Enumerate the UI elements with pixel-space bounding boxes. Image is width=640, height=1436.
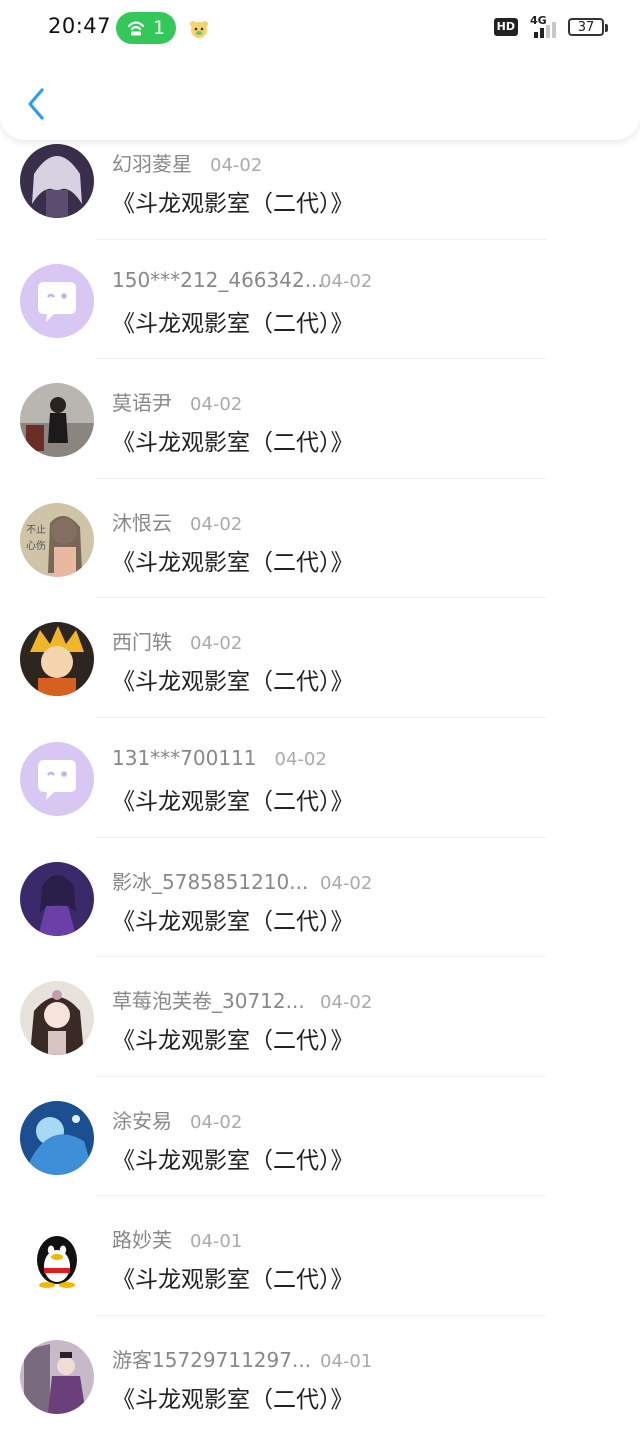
comment-header: 游客15729711297... 04-01 bbox=[112, 1344, 372, 1373]
battery-icon: 37 bbox=[568, 18, 608, 36]
comment-header: 西门轶 04-02 bbox=[112, 626, 242, 655]
comment-text: 《斗龙观影室（二代）》 bbox=[112, 1028, 354, 1055]
avatar[interactable] bbox=[20, 144, 94, 218]
username[interactable]: 涂安易 bbox=[112, 1105, 172, 1134]
comment-row[interactable]: 西门轶 04-02 《斗龙观影室（二代）》 bbox=[0, 598, 640, 718]
username[interactable]: 131***700111 bbox=[112, 746, 257, 770]
comment-text: 《斗龙观影室（二代）》 bbox=[112, 908, 354, 935]
comment-text: 《斗龙观影室（二代）》 bbox=[112, 549, 354, 576]
comment-header: 路妙芙 04-01 bbox=[112, 1224, 242, 1253]
comment-date: 04-02 bbox=[190, 394, 243, 416]
back-button[interactable] bbox=[22, 84, 52, 124]
avatar[interactable] bbox=[20, 622, 94, 697]
chevron-left-icon bbox=[28, 88, 44, 120]
signal-icon: 4G bbox=[526, 14, 560, 38]
hd-badge: HD bbox=[493, 18, 518, 36]
avatar[interactable] bbox=[20, 263, 94, 338]
comment-header: 沐恨云 04-02 bbox=[112, 507, 242, 536]
comment-header: 莫语尹 04-02 bbox=[112, 387, 242, 416]
comment-row[interactable]: 影冰_5785851210... 04-02 《斗龙观影室（二代）》 bbox=[0, 838, 640, 958]
comment-header: 涂安易 04-02 bbox=[112, 1105, 242, 1134]
comment-header: 131***700111 04-02 bbox=[112, 746, 327, 770]
comment-text: 《斗龙观影室（二代）》 bbox=[112, 430, 354, 457]
hotspot-icon bbox=[127, 21, 145, 36]
comment-date: 04-02 bbox=[210, 155, 263, 176]
avatar[interactable] bbox=[20, 1339, 94, 1414]
comment-row[interactable]: 路妙芙 04-01 《斗龙观影室（二代）》 bbox=[0, 1196, 640, 1316]
comment-date: 04-02 bbox=[320, 270, 373, 292]
comment-row[interactable]: 涂安易 04-02 《斗龙观影室（二代）》 bbox=[0, 1077, 640, 1197]
username[interactable]: 莫语尹 bbox=[112, 387, 172, 416]
username[interactable]: 西门轶 bbox=[112, 626, 172, 655]
comment-date: 04-02 bbox=[320, 992, 373, 1014]
comment-text: 《斗龙观影室（二代）》 bbox=[112, 191, 354, 217]
avatar[interactable] bbox=[20, 383, 94, 458]
comment-row[interactable]: 不止 心伤 沐恨云 04-02 《斗龙观影室（二代）》 bbox=[0, 479, 640, 599]
comment-date: 04-02 bbox=[190, 513, 243, 535]
comment-header: 150***212_466342... 04-02 bbox=[112, 268, 372, 292]
comment-date: 04-02 bbox=[274, 748, 327, 770]
username[interactable]: 幻羽菱星 bbox=[112, 148, 192, 177]
comment-text: 《斗龙观影室（二代）》 bbox=[112, 310, 354, 337]
comment-date: 04-02 bbox=[190, 633, 243, 655]
comment-text: 《斗龙观影室（二代）》 bbox=[112, 1267, 354, 1294]
comment-text: 《斗龙观影室（二代）》 bbox=[112, 669, 354, 696]
svg-text:心伤: 心伤 bbox=[26, 539, 46, 552]
battery-level: 37 bbox=[577, 19, 595, 35]
avatar[interactable] bbox=[20, 981, 94, 1056]
comment-header: 幻羽菱星 04-02 bbox=[112, 148, 262, 177]
svg-text:不止: 不止 bbox=[26, 524, 46, 536]
avatar[interactable]: 不止 心伤 bbox=[20, 502, 94, 577]
top-bar: 20:47 1 HD 4G 37 bbox=[0, 0, 640, 140]
status-time: 20:47 bbox=[48, 14, 112, 38]
comment-row[interactable]: 莫语尹 04-02 《斗龙观影室（二代）》 bbox=[0, 359, 640, 479]
comment-date: 04-02 bbox=[320, 872, 373, 894]
comment-date: 04-01 bbox=[320, 1350, 373, 1372]
avatar[interactable] bbox=[20, 1100, 94, 1175]
avatar[interactable] bbox=[20, 861, 94, 936]
username[interactable]: 影冰_5785851210... bbox=[112, 866, 308, 895]
comment-text: 《斗龙观影室（二代）》 bbox=[112, 788, 354, 815]
username[interactable]: 沐恨云 bbox=[112, 507, 172, 536]
comment-row[interactable]: 131***700111 04-02 《斗龙观影室（二代）》 bbox=[0, 718, 640, 838]
comment-date: 04-01 bbox=[190, 1231, 243, 1253]
comment-row[interactable]: 游客15729711297... 04-01 《斗龙观影室（二代）》 bbox=[0, 1316, 640, 1436]
hotspot-indicator: 1 bbox=[116, 12, 176, 44]
comment-date: 04-02 bbox=[190, 1111, 243, 1133]
username[interactable]: 150***212_466342... bbox=[112, 268, 324, 292]
notification-mascot-icon bbox=[190, 21, 208, 38]
status-right: HD 4G 37 bbox=[493, 14, 608, 38]
comment-text: 《斗龙观影室（二代）》 bbox=[112, 1147, 354, 1174]
comment-row[interactable]: 150***212_466342... 04-02 《斗龙观影室（二代）》 bbox=[0, 240, 640, 360]
hotspot-count: 1 bbox=[152, 17, 166, 39]
username[interactable]: 路妙芙 bbox=[112, 1224, 172, 1253]
username[interactable]: 游客15729711297... bbox=[112, 1344, 311, 1373]
comment-row[interactable]: 草莓泡芙卷_30712... 04-02 《斗龙观影室（二代）》 bbox=[0, 957, 640, 1077]
username[interactable]: 草莓泡芙卷_30712... bbox=[112, 985, 305, 1014]
comment-header: 影冰_5785851210... 04-02 bbox=[112, 866, 372, 895]
comment-header: 草莓泡芙卷_30712... 04-02 bbox=[112, 985, 372, 1014]
comment-list: 幻羽菱星 04-02 《斗龙观影室（二代）》 150***212_466342... 0… bbox=[0, 120, 640, 1436]
avatar[interactable] bbox=[20, 741, 94, 816]
comment-text: 《斗龙观影室（二代）》 bbox=[112, 1386, 354, 1413]
avatar[interactable] bbox=[20, 1220, 94, 1295]
